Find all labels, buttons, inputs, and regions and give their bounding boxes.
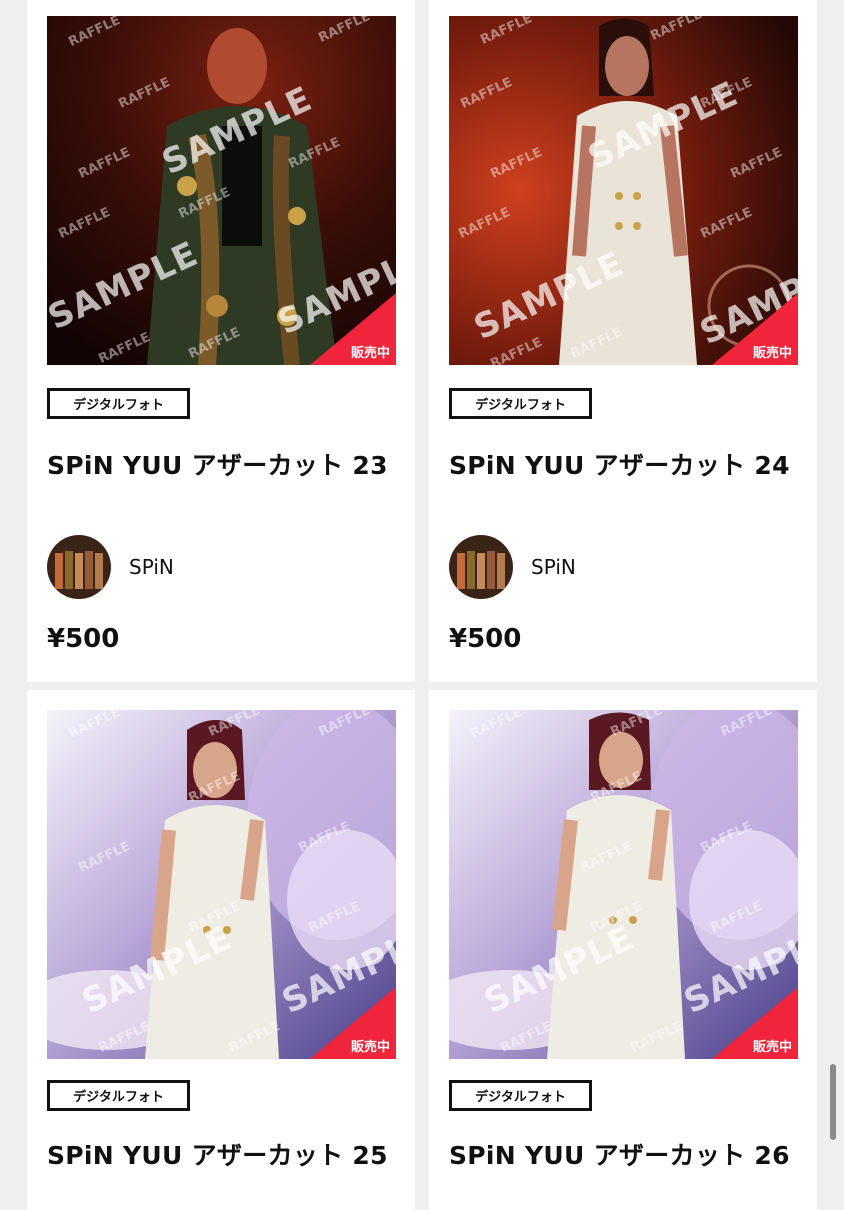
artist-info[interactable]: SPiN [47, 535, 174, 599]
artist-avatar[interactable] [449, 535, 513, 599]
artist-info[interactable]: SPiN [449, 535, 576, 599]
product-title[interactable]: SPiN YUU アザーカット 25 [47, 1136, 388, 1172]
category-tag: デジタルフォト [449, 388, 592, 419]
on-sale-label: 販売中 [752, 346, 792, 361]
product-title[interactable]: SPiN YUU アザーカット 26 [449, 1136, 790, 1172]
on-sale-badge: 販売中 [310, 293, 396, 365]
product-photo[interactable]: RAFFLE RAFFLE RAFFLE RAFFLE RAFFLE RAFFL… [449, 16, 798, 365]
on-sale-badge: 販売中 [310, 987, 396, 1059]
artist-avatar[interactable] [47, 535, 111, 599]
on-sale-label: 販売中 [752, 1040, 792, 1055]
product-card[interactable]: RAFFLE RAFFLE RAFFLE RAFFLE RAFFLE RAFFL… [429, 0, 817, 682]
artist-name[interactable]: SPiN [129, 555, 174, 579]
category-tag: デジタルフォト [47, 1080, 190, 1111]
product-photo[interactable]: RAFFLE RAFFLE RAFFLE RAFFLE RAFFLE RAFFL… [47, 16, 396, 365]
on-sale-label: 販売中 [350, 346, 390, 361]
on-sale-badge: 販売中 [712, 293, 798, 365]
product-card[interactable]: RAFFLE RAFFLE RAFFLE RAFFLE RAFFLE RAFFL… [429, 690, 817, 1210]
product-photo[interactable]: RAFFLE RAFFLE RAFFLE RAFFLE RAFFLE RAFFL… [449, 710, 798, 1059]
product-card[interactable]: RAFFLE RAFFLE RAFFLE RAFFLE RAFFLE RAFFL… [27, 690, 415, 1210]
product-card[interactable]: RAFFLE RAFFLE RAFFLE RAFFLE RAFFLE RAFFL… [27, 0, 415, 682]
product-photo[interactable]: RAFFLE RAFFLE RAFFLE RAFFLE RAFFLE RAFFL… [47, 710, 396, 1059]
product-title[interactable]: SPiN YUU アザーカット 23 [47, 446, 388, 482]
category-tag: デジタルフォト [449, 1080, 592, 1111]
on-sale-label: 販売中 [350, 1040, 390, 1055]
vertical-scrollbar[interactable] [830, 1064, 836, 1140]
product-grid: RAFFLE RAFFLE RAFFLE RAFFLE RAFFLE RAFFL… [0, 0, 844, 1210]
product-price: ¥500 [47, 624, 120, 654]
category-tag: デジタルフォト [47, 388, 190, 419]
product-title[interactable]: SPiN YUU アザーカット 24 [449, 446, 790, 482]
artist-name[interactable]: SPiN [531, 555, 576, 579]
on-sale-badge: 販売中 [712, 987, 798, 1059]
product-price: ¥500 [449, 624, 522, 654]
